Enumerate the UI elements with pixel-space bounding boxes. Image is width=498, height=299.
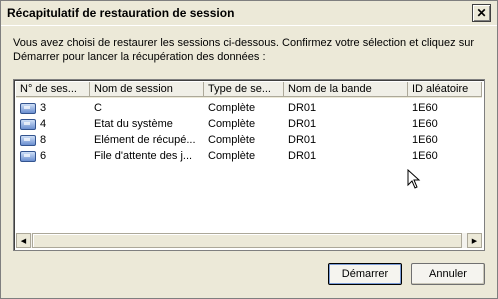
session-icon (20, 134, 36, 146)
instruction-text: Vous avez choisi de restaurer les sessio… (13, 37, 474, 63)
scroll-left-button[interactable]: ◀ (16, 233, 31, 248)
session-list[interactable]: N° de ses... Nom de session Type de se..… (13, 79, 485, 251)
table-row[interactable]: 6 File d'attente des j... Complète DR01 … (16, 148, 482, 164)
list-header: N° de ses... Nom de session Type de se..… (16, 82, 482, 98)
random-id: 1E60 (412, 102, 438, 114)
table-row[interactable]: 4 Etat du système Complète DR01 1E60 (16, 116, 482, 132)
column-header-session-name[interactable]: Nom de session (90, 82, 204, 97)
table-row[interactable]: 3 C Complète DR01 1E60 (16, 100, 482, 116)
column-header-session-type[interactable]: Type de se... (204, 82, 284, 97)
arrow-left-icon: ◀ (20, 237, 27, 245)
dialog-title: Récapitulatif de restauration de session (7, 6, 235, 20)
arrow-right-icon: ▶ (471, 237, 478, 245)
session-name: Etat du système (94, 118, 173, 130)
list-rows: 3 C Complète DR01 1E60 4 Etat du système… (16, 100, 482, 164)
tape-name: DR01 (288, 102, 317, 114)
session-number: 4 (40, 118, 47, 130)
start-button[interactable]: Démarrer (328, 263, 402, 285)
mouse-cursor-icon (407, 169, 421, 189)
random-id: 1E60 (412, 118, 438, 130)
title-bar: Récapitulatif de restauration de session… (1, 1, 497, 26)
session-type: Complète (208, 118, 256, 130)
horizontal-scrollbar[interactable]: ◀ ▶ (16, 233, 482, 248)
column-header-random-id[interactable]: ID aléatoire (408, 82, 482, 97)
session-number: 6 (40, 150, 47, 162)
table-row[interactable]: 8 Elément de récupé... Complète DR01 1E6… (16, 132, 482, 148)
scroll-thumb[interactable] (32, 233, 462, 248)
session-icon (20, 150, 36, 162)
session-name: Elément de récupé... (94, 134, 196, 146)
tape-name: DR01 (288, 118, 317, 130)
restore-summary-dialog: Récapitulatif de restauration de session… (0, 0, 498, 299)
close-button[interactable]: ✕ (472, 4, 491, 22)
scroll-right-button[interactable]: ▶ (467, 233, 482, 248)
session-type: Complète (208, 134, 256, 146)
close-icon: ✕ (476, 6, 487, 20)
session-icon (20, 118, 36, 130)
column-header-tape-name[interactable]: Nom de la bande (284, 82, 408, 97)
session-name: C (94, 102, 102, 114)
column-header-session-number[interactable]: N° de ses... (16, 82, 90, 97)
cancel-button[interactable]: Annuler (411, 263, 485, 285)
tape-name: DR01 (288, 134, 317, 146)
session-name: File d'attente des j... (94, 150, 193, 162)
random-id: 1E60 (412, 150, 438, 162)
random-id: 1E60 (412, 134, 438, 146)
session-type: Complète (208, 102, 256, 114)
tape-name: DR01 (288, 150, 317, 162)
session-type: Complète (208, 150, 256, 162)
session-number: 3 (40, 102, 47, 114)
session-number: 8 (40, 134, 47, 146)
session-icon (20, 102, 36, 114)
